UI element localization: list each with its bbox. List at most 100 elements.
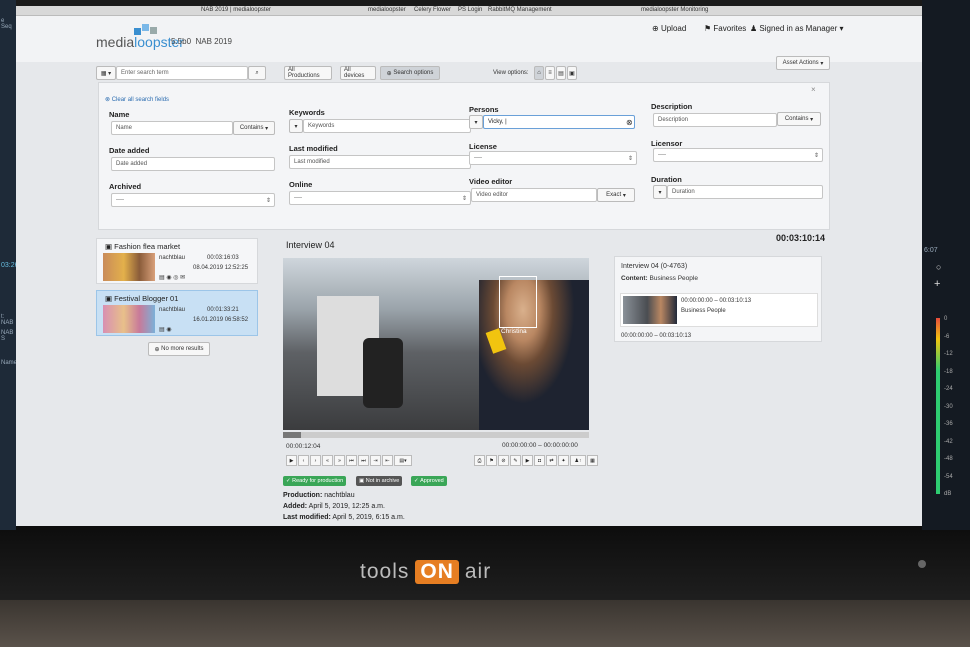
clear-persons-icon[interactable]: ⊗ <box>626 118 633 127</box>
licensor-label: Licensor <box>651 139 683 148</box>
browser-bar: NAB 2019 | medialoopster medialoopster C… <box>16 6 922 16</box>
license-select[interactable]: ---- ⇕ <box>469 151 637 165</box>
list-item[interactable]: ▣ Festival Blogger 01 nachtblau 00:01:33… <box>96 290 258 336</box>
video-editor-label: Video editor <box>469 177 513 186</box>
user-menu[interactable]: ♟ Signed in as Manager ▾ <box>750 24 843 33</box>
close-icon[interactable]: × <box>811 85 816 94</box>
favorites-link[interactable]: ⚑ Favorites <box>704 24 746 33</box>
menu-item[interactable]: PS Login <box>458 7 482 13</box>
filter-type-dropdown[interactable]: ▦ ▾ <box>96 66 116 80</box>
upload-link[interactable]: ⊕ Upload <box>652 24 686 33</box>
persons-input[interactable]: Vicky, | <box>483 115 635 129</box>
license-label: License <box>469 142 497 151</box>
date-added-input[interactable]: Date added <box>111 157 275 171</box>
comment-icon[interactable]: ✎ <box>510 455 521 466</box>
display-mode-dropdown[interactable]: ▤▾ <box>394 455 412 466</box>
clear-all-link[interactable]: ⊗ Clear all search fields <box>105 96 169 103</box>
video-player[interactable]: Christina <box>283 258 589 430</box>
fast-forward-icon[interactable]: » <box>334 455 345 466</box>
name-mode-dropdown[interactable]: Contains ▾ <box>233 121 275 135</box>
asset-duration: 00:03:10:14 <box>776 233 826 243</box>
duration-dropdown[interactable]: ▾ <box>653 185 667 199</box>
skip-start-icon[interactable]: ⏮ <box>346 455 357 466</box>
app-screen: NAB 2019 | medialoopster medialoopster C… <box>16 6 922 526</box>
description-mode-dropdown[interactable]: Contains ▾ <box>777 112 821 126</box>
mark-out-icon[interactable]: ⇤ <box>382 455 393 466</box>
prev-frame-icon[interactable]: ‹ <box>298 455 309 466</box>
print-icon[interactable]: ⎙ <box>474 455 485 466</box>
keywords-dropdown[interactable]: ▾ <box>289 119 303 133</box>
search-input[interactable]: Enter search term <box>116 66 248 80</box>
status-badge: ✓ Ready for production <box>283 476 347 486</box>
archived-select[interactable]: ---- ⇕ <box>111 193 275 207</box>
last-modified-input[interactable]: Last modified <box>289 155 471 169</box>
mark-in-icon[interactable]: ⇥ <box>370 455 381 466</box>
link-icon[interactable]: ⊘ <box>498 455 509 466</box>
search-icon[interactable]: ⌕ <box>248 66 266 80</box>
duration-input[interactable]: Duration <box>667 185 823 199</box>
side-label: NAB S <box>1 330 14 342</box>
online-label: Online <box>289 180 313 189</box>
film-view-icon[interactable]: ▣ <box>567 66 577 80</box>
result-status-icons: ▤ ◉ ◎ ✉ <box>159 275 186 281</box>
meter-tick-label: -48 <box>944 456 953 462</box>
tag-icon[interactable]: ✦ <box>558 455 569 466</box>
name-input[interactable]: Name <box>111 121 233 135</box>
rewind-icon[interactable]: « <box>322 455 333 466</box>
all-devices-button[interactable]: All devices <box>340 66 376 80</box>
grid-view-icon[interactable]: ▤ <box>556 66 566 80</box>
video-icon[interactable]: ▶ <box>522 455 533 466</box>
home-view-icon[interactable]: ⌂ <box>534 66 544 80</box>
player-controls: ▶ ‹ › « » ⏮ ⏭ ⇥ ⇤ ▤▾ <box>286 455 412 466</box>
result-owner: nachtblau <box>159 255 186 261</box>
menu-item[interactable]: RabbitMQ Management <box>488 7 552 13</box>
transfer-icon[interactable]: ⇄ <box>546 455 557 466</box>
video-editor-input[interactable]: Video editor <box>471 188 597 202</box>
list-item[interactable]: ▣ Fashion flea market nachtblau 00:03:16… <box>96 238 258 284</box>
menu-item[interactable]: Celery Flower <box>414 7 451 13</box>
meter-tick-label: -6 <box>944 333 950 340</box>
result-title: ▣ Fashion flea market <box>105 242 181 251</box>
segment-row[interactable]: 00:00:00:00 – 00:03:10:13 Business Peopl… <box>620 293 818 327</box>
persons-dropdown[interactable]: ▾ <box>469 115 483 129</box>
result-thumbnail <box>103 253 155 281</box>
current-timecode: 00:00:12:04 <box>286 443 321 450</box>
production-line: Production: nachtblau <box>283 492 355 499</box>
left-side-app: e Seq 03:26 t: NAB NAB S Name <box>0 0 19 530</box>
keywords-input[interactable]: Keywords <box>303 119 471 133</box>
circle-icon: ○ <box>936 262 942 272</box>
skip-end-icon[interactable]: ⏭ <box>358 455 369 466</box>
result-duration: 00:01:33:21 <box>207 307 239 313</box>
power-icon[interactable] <box>918 560 926 568</box>
brand-logo: tools ON air <box>360 560 492 584</box>
licensor-select[interactable]: ---- ⇕ <box>653 148 823 162</box>
camera-icon[interactable]: ◘ <box>534 455 545 466</box>
next-frame-icon[interactable]: › <box>310 455 321 466</box>
date-added-label: Date added <box>109 146 150 155</box>
play-icon[interactable]: ▶ <box>286 455 297 466</box>
search-options-button[interactable]: ⊕ Search options <box>380 66 440 80</box>
grid-icon[interactable]: ▦ <box>587 455 598 466</box>
meter-tick-label: -18 <box>944 368 953 375</box>
video-editor-mode-dropdown[interactable]: Exact ▾ <box>597 188 635 202</box>
video-timeline[interactable] <box>283 432 589 438</box>
result-thumbnail <box>103 305 155 333</box>
plus-icon[interactable]: + <box>934 278 940 290</box>
bookmark-icon[interactable]: ⚑ <box>486 455 497 466</box>
meter-tick-label: -12 <box>944 351 953 357</box>
list-view-icon[interactable]: ≡ <box>545 66 555 80</box>
face-detection-box[interactable] <box>499 276 537 328</box>
online-select[interactable]: ---- ⇕ <box>289 191 471 205</box>
side-label: e Seq <box>1 18 12 30</box>
menu-item[interactable]: medialoopster <box>368 7 406 13</box>
description-input[interactable]: Description <box>653 113 777 127</box>
meter-tick-label: 0 <box>944 316 948 322</box>
face-label: Christina <box>501 328 527 335</box>
meter-tick-label: -24 <box>944 386 953 392</box>
all-productions-button[interactable]: All Productions <box>284 66 332 80</box>
person-icon[interactable]: ♟↑ <box>570 455 586 466</box>
no-more-results-button[interactable]: ⊕ No more results <box>148 342 210 356</box>
tab-monitoring[interactable]: medialoopster Monitoring <box>641 7 708 13</box>
asset-actions-dropdown[interactable]: Asset Actions ▾ <box>776 56 830 70</box>
video-chair <box>363 338 403 408</box>
